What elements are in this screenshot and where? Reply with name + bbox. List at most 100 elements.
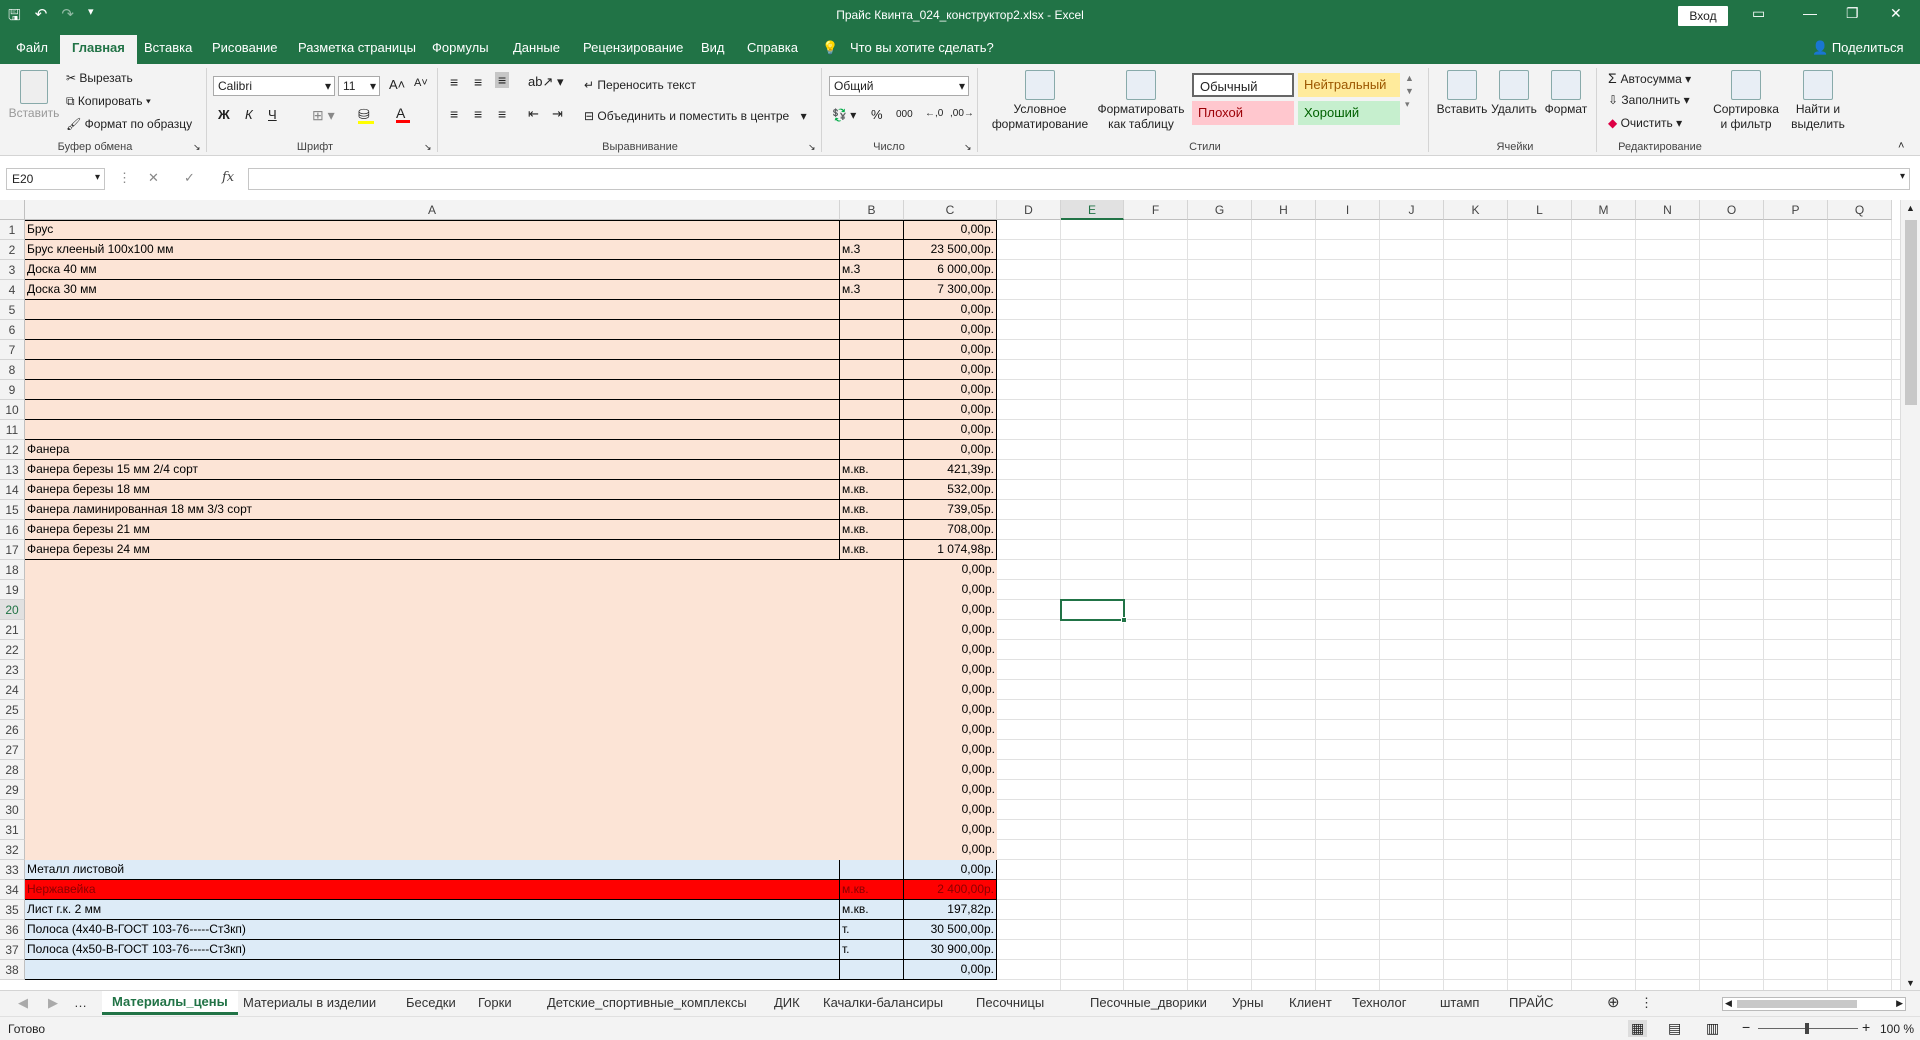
cell-a[interactable] [25,660,840,680]
style-normal[interactable]: Обычный [1192,73,1294,97]
cell-c[interactable]: 739,05р. [904,500,997,520]
find-select-button[interactable]: Найти и выделить [1782,70,1854,132]
align-center-icon[interactable]: ≡ [474,106,482,122]
cell-c[interactable]: 0,00р. [904,820,997,840]
sheet-tab[interactable]: штамп [1440,995,1479,1010]
decrease-indent-icon[interactable]: ⇤ [528,106,539,122]
row-header[interactable]: 14 [0,480,25,500]
tab-home[interactable]: Главная [60,35,137,64]
row-header[interactable]: 31 [0,820,25,840]
cell-a[interactable]: Лист г.к. 2 мм [25,900,840,920]
cell-a[interactable] [25,960,840,980]
cell-b[interactable] [840,660,904,680]
row-header[interactable]: 27 [0,740,25,760]
cell-a[interactable] [25,700,840,720]
tab-file[interactable]: Файл [16,40,48,55]
cell-a[interactable] [25,820,840,840]
font-name-select[interactable]: Calibri ▾ [213,76,335,96]
cell-b[interactable]: м.кв. [840,900,904,920]
conditional-formatting-button[interactable]: Условное форматирование [985,70,1095,132]
cell-b[interactable] [840,860,904,880]
cell-b[interactable] [840,360,904,380]
sheet-tab[interactable]: Материалы_цены [102,991,238,1015]
alignment-launcher-icon[interactable]: ↘ [808,142,816,153]
cell-a[interactable]: Доска 30 мм [25,280,840,300]
ribbon-display-icon[interactable]: ▭ [1752,5,1765,22]
align-middle-icon[interactable]: ≡ [474,74,482,90]
increase-indent-icon[interactable]: ⇥ [552,106,563,122]
cell-c[interactable]: 0,00р. [904,560,997,580]
cell-a[interactable]: Брус клееный 100х100 мм [25,240,840,260]
bold-button[interactable]: Ж [218,107,230,122]
fill-color-icon[interactable]: ⛁ [358,106,374,124]
sheet-tab[interactable]: Технолог [1352,995,1406,1010]
row-header[interactable]: 24 [0,680,25,700]
horizontal-scrollbar[interactable]: ◀ ▶ [1722,997,1906,1011]
italic-button[interactable]: К [245,107,253,122]
currency-icon[interactable]: 💱 ▾ [832,108,856,122]
cell-c[interactable]: 0,00р. [904,360,997,380]
tab-help[interactable]: Справка [747,40,798,55]
more-sheets-icon[interactable]: … [74,995,87,1010]
cell-b[interactable] [840,340,904,360]
zoom-level[interactable]: 100 % [1880,1022,1914,1036]
scroll-up-icon[interactable]: ▲ [1906,203,1915,213]
row-header[interactable]: 2 [0,240,25,260]
column-header[interactable]: H [1252,200,1316,220]
cell-c[interactable]: 0,00р. [904,340,997,360]
cell-a[interactable] [25,780,840,800]
cell-c[interactable]: 0,00р. [904,700,997,720]
formula-input[interactable]: ▾ [248,168,1910,190]
cell-c[interactable]: 0,00р. [904,320,997,340]
cell-a[interactable] [25,320,840,340]
sheet-tab[interactable]: Беседки [406,995,456,1010]
cell-b[interactable] [840,840,904,860]
cell-c[interactable]: 0,00р. [904,800,997,820]
cell-c[interactable]: 0,00р. [904,580,997,600]
format-cells-button[interactable]: Формат [1540,70,1592,117]
cell-b[interactable]: т. [840,940,904,960]
row-header[interactable]: 20 [0,600,25,620]
format-painter-button[interactable]: 🖌 Формат по образцу [66,117,192,131]
cell-c[interactable]: 197,82р. [904,900,997,920]
cell-a[interactable] [25,360,840,380]
column-header[interactable]: C [904,200,997,220]
cell-a[interactable] [25,300,840,320]
cell-c[interactable]: 0,00р. [904,960,997,980]
thousands-icon[interactable]: 000 [896,109,913,120]
row-header[interactable]: 33 [0,860,25,880]
column-header[interactable]: F [1124,200,1188,220]
row-header[interactable]: 21 [0,620,25,640]
row-header[interactable]: 7 [0,340,25,360]
tab-data[interactable]: Данные [513,40,560,55]
cell-b[interactable] [840,580,904,600]
cell-a[interactable] [25,340,840,360]
zoom-slider-thumb[interactable] [1805,1023,1809,1034]
align-top-icon[interactable]: ≡ [450,74,458,90]
cell-b[interactable] [840,740,904,760]
close-icon[interactable]: ✕ [1890,5,1902,22]
horizontal-scroll-thumb[interactable] [1737,1000,1857,1008]
cell-c[interactable]: 1 074,98р. [904,540,997,560]
orientation-icon[interactable]: ab↗ ▾ [528,74,564,90]
font-launcher-icon[interactable]: ↘ [424,142,432,153]
sheet-tab[interactable]: Песочные_дворики [1090,995,1207,1010]
cell-b[interactable]: м.3 [840,260,904,280]
cell-a[interactable] [25,680,840,700]
zoom-in-icon[interactable]: + [1862,1019,1870,1035]
cell-b[interactable] [840,400,904,420]
cell-c[interactable]: 7 300,00р. [904,280,997,300]
cell-a[interactable] [25,760,840,780]
cell-a[interactable] [25,740,840,760]
sheet-tab[interactable]: Материалы в изделии [243,995,376,1010]
sheet-tab[interactable]: ПРАЙС [1509,995,1554,1010]
collapse-ribbon-icon[interactable]: ˄ [1898,140,1904,152]
add-sheet-icon[interactable]: ⊕ [1607,993,1620,1011]
column-header[interactable]: L [1508,200,1572,220]
cell-a[interactable] [25,800,840,820]
cell-a[interactable] [25,560,840,580]
fill-handle[interactable] [1121,617,1127,623]
cell-b[interactable] [840,800,904,820]
confirm-formula-icon[interactable]: ✓ [184,170,195,186]
column-header[interactable]: A [25,200,840,220]
